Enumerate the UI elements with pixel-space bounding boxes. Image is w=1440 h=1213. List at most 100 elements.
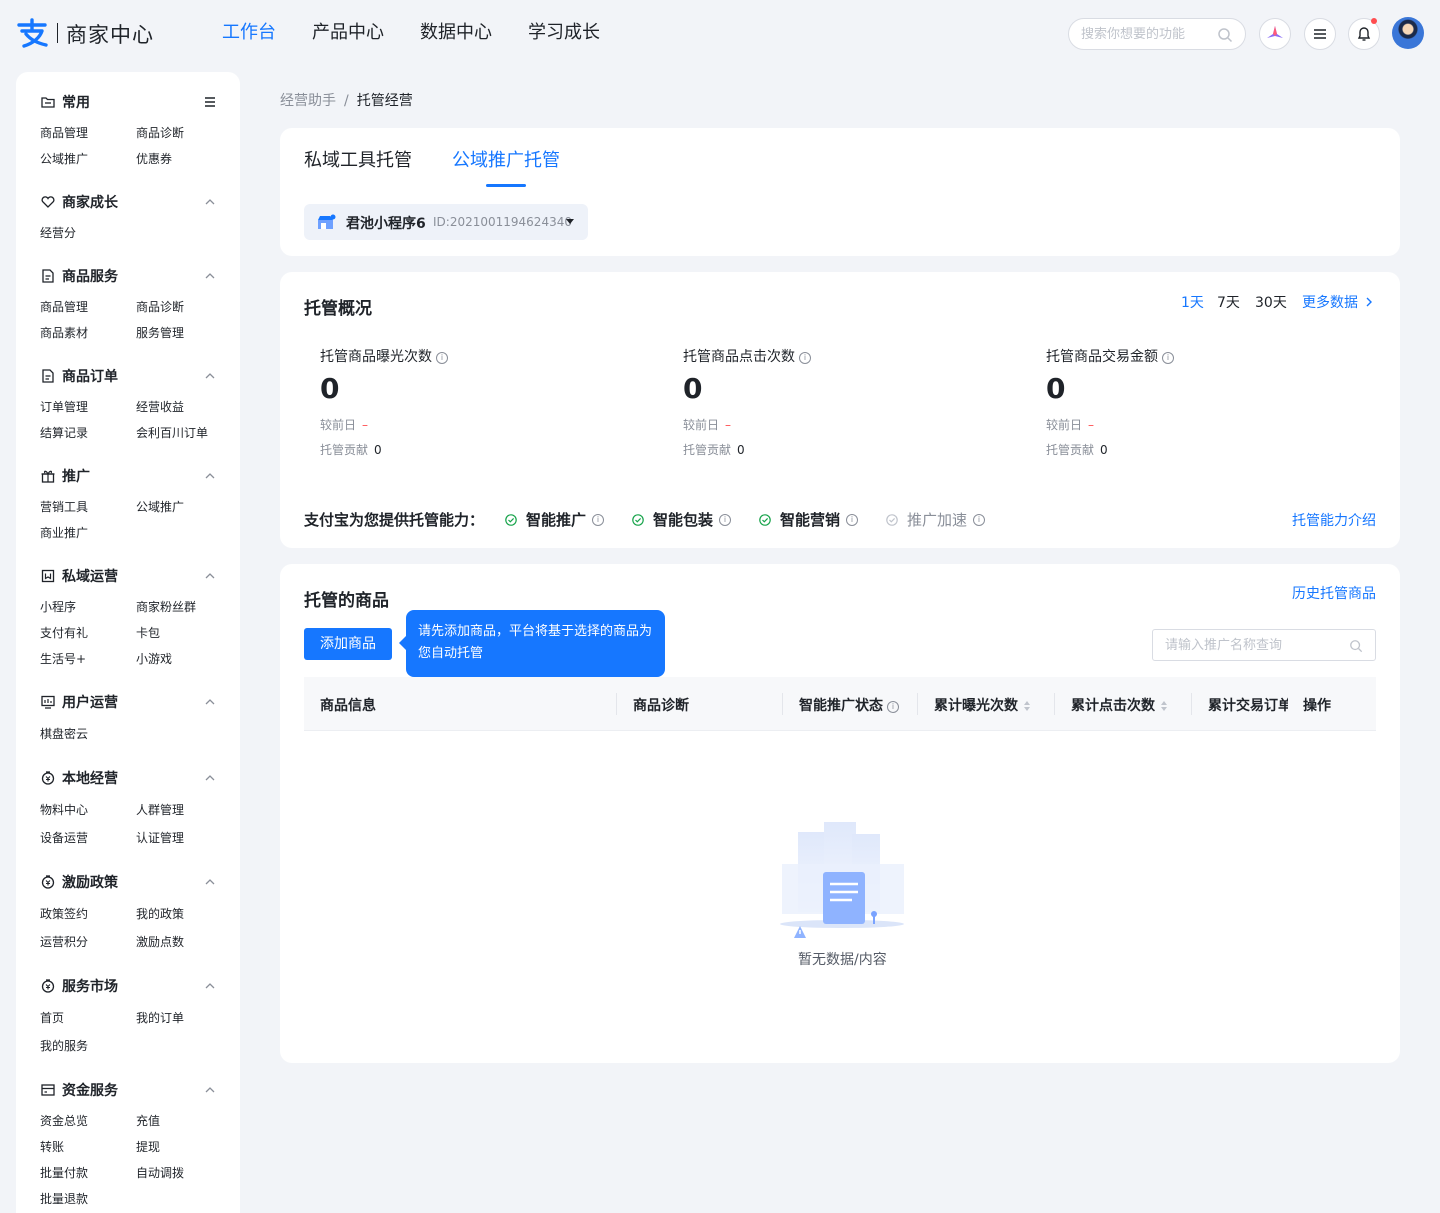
info-icon[interactable]: i [799,352,811,364]
sidebar-link[interactable]: 订单管理 [40,398,88,415]
product-search[interactable] [1152,629,1376,661]
history-products-link[interactable]: 历史托管商品 [1292,583,1376,603]
info-icon[interactable]: i [1162,352,1174,364]
sidebar-link[interactable]: 棋盘密云 [40,725,88,742]
sidebar-link[interactable]: 公域推广 [136,498,184,515]
sidebar-section-common[interactable]: 常用 [40,92,90,112]
sidebar-link[interactable]: 卡包 [136,624,160,641]
range-7d[interactable]: 7天 [1217,292,1240,312]
ai-assistant-button[interactable] [1259,18,1291,50]
global-search-input[interactable] [1081,19,1221,49]
sidebar-link[interactable]: 会利百川订单 [136,424,208,441]
range-30d[interactable]: 30天 [1255,292,1287,312]
sidebar-link[interactable]: 激励点数 [136,933,184,950]
menu-button[interactable] [1304,18,1336,50]
sidebar-link[interactable]: 充值 [136,1112,160,1129]
sidebar-link[interactable]: 营销工具 [40,498,88,515]
capabilities-intro-link[interactable]: 托管能力介绍 [1292,510,1376,530]
search-icon[interactable] [1349,639,1363,653]
info-icon[interactable]: i [592,513,605,526]
sidebar-link[interactable]: 经营分 [40,224,76,241]
sidebar-link[interactable]: 批量退款 [40,1190,88,1207]
sidebar-link[interactable]: 商品诊断 [136,298,184,315]
sidebar-link[interactable]: 设备运营 [40,829,88,846]
add-product-button[interactable]: 添加商品 [304,628,392,660]
info-icon[interactable]: i [846,513,859,526]
sidebar-section-incentives[interactable]: 激励政策 [40,872,118,892]
miniprogram-selector[interactable]: 君池小程序6 ID:2021001194624340 [304,204,588,240]
sidebar-section-promotion[interactable]: 推广 [40,466,90,486]
sidebar-section-funds[interactable]: 资金服务 [40,1080,118,1100]
sidebar-section-product-service[interactable]: 商品服务 [40,266,118,286]
sidebar-link[interactable]: 转账 [40,1138,64,1155]
nav-learning[interactable]: 学习成长 [528,20,600,46]
sidebar-link[interactable]: 结算记录 [40,424,88,441]
user-avatar[interactable] [1392,17,1424,49]
sidebar-link[interactable]: 首页 [40,1009,64,1026]
sidebar-link[interactable]: 公域推广 [40,150,88,167]
tab-public-promotion[interactable]: 公域推广托管 [452,146,560,172]
info-icon[interactable]: i [719,513,732,526]
product-search-input[interactable] [1165,630,1345,660]
nav-workbench[interactable]: 工作台 [222,20,276,46]
sidebar-link[interactable]: 人群管理 [136,801,184,818]
info-icon[interactable]: i [887,701,899,713]
tab-private-tools[interactable]: 私域工具托管 [304,146,412,172]
column-total-clicks[interactable]: 累计点击次数 [1071,695,1167,715]
sidebar-link[interactable]: 提现 [136,1138,160,1155]
sidebar-link[interactable]: 商业推广 [40,524,88,541]
more-data-link[interactable]: 更多数据 [1302,292,1374,312]
sidebar-link[interactable]: 批量付款 [40,1164,88,1181]
sidebar-link[interactable]: 商家粉丝群 [136,598,196,615]
chevron-up-icon[interactable] [204,470,216,482]
sidebar-link[interactable]: 商品诊断 [136,124,184,141]
chevron-up-icon[interactable] [204,876,216,888]
range-1d[interactable]: 1天 [1181,292,1204,312]
global-search[interactable] [1068,18,1246,50]
info-icon[interactable]: i [436,352,448,364]
chevron-up-icon[interactable] [204,570,216,582]
sidebar-link[interactable]: 支付有礼 [40,624,88,641]
sidebar-section-user-ops[interactable]: 用户运营 [40,692,118,712]
sidebar-link[interactable]: 商品管理 [40,298,88,315]
sidebar-link[interactable]: 小游戏 [136,650,172,667]
sidebar-link[interactable]: 我的服务 [40,1037,88,1054]
sort-icon[interactable] [1161,701,1167,711]
breadcrumb-parent[interactable]: 经营助手 [280,93,336,109]
chevron-up-icon[interactable] [204,370,216,382]
sidebar-link[interactable]: 生活号+ [40,650,86,667]
info-icon[interactable]: i [973,513,986,526]
nav-products[interactable]: 产品中心 [312,20,384,46]
column-total-impressions[interactable]: 累计曝光次数 [934,695,1030,715]
chevron-up-icon[interactable] [204,1084,216,1096]
sidebar-link[interactable]: 物料中心 [40,801,88,818]
sidebar-link[interactable]: 经营收益 [136,398,184,415]
sidebar-link[interactable]: 商品管理 [40,124,88,141]
chevron-up-icon[interactable] [204,980,216,992]
sidebar-link[interactable]: 资金总览 [40,1112,88,1129]
chevron-up-icon[interactable] [204,696,216,708]
sidebar-link[interactable]: 认证管理 [136,829,184,846]
chevron-up-icon[interactable] [204,270,216,282]
sidebar-section-growth[interactable]: 商家成长 [40,192,118,212]
alipay-logo-icon[interactable] [16,18,48,48]
search-icon[interactable] [1217,27,1233,43]
sidebar-link[interactable]: 运营积分 [40,933,88,950]
sidebar-section-local-business[interactable]: 本地经营 [40,768,118,788]
sidebar-link[interactable]: 我的政策 [136,905,184,922]
sidebar-link[interactable]: 优惠券 [136,150,172,167]
chevron-up-icon[interactable] [204,772,216,784]
sidebar-link[interactable]: 自动调拨 [136,1164,184,1181]
sidebar-link[interactable]: 政策签约 [40,905,88,922]
sidebar-section-orders[interactable]: 商品订单 [40,366,118,386]
chevron-up-icon[interactable] [204,196,216,208]
menu-icon[interactable] [204,96,216,108]
sidebar-link[interactable]: 商品素材 [40,324,88,341]
sidebar-section-private-ops[interactable]: 私域运营 [40,566,118,586]
sort-icon[interactable] [1024,701,1030,711]
sidebar-link[interactable]: 我的订单 [136,1009,184,1026]
sidebar-section-service-market[interactable]: 服务市场 [40,976,118,996]
nav-data[interactable]: 数据中心 [420,20,492,46]
sidebar-link[interactable]: 服务管理 [136,324,184,341]
sidebar-link[interactable]: 小程序 [40,598,76,615]
